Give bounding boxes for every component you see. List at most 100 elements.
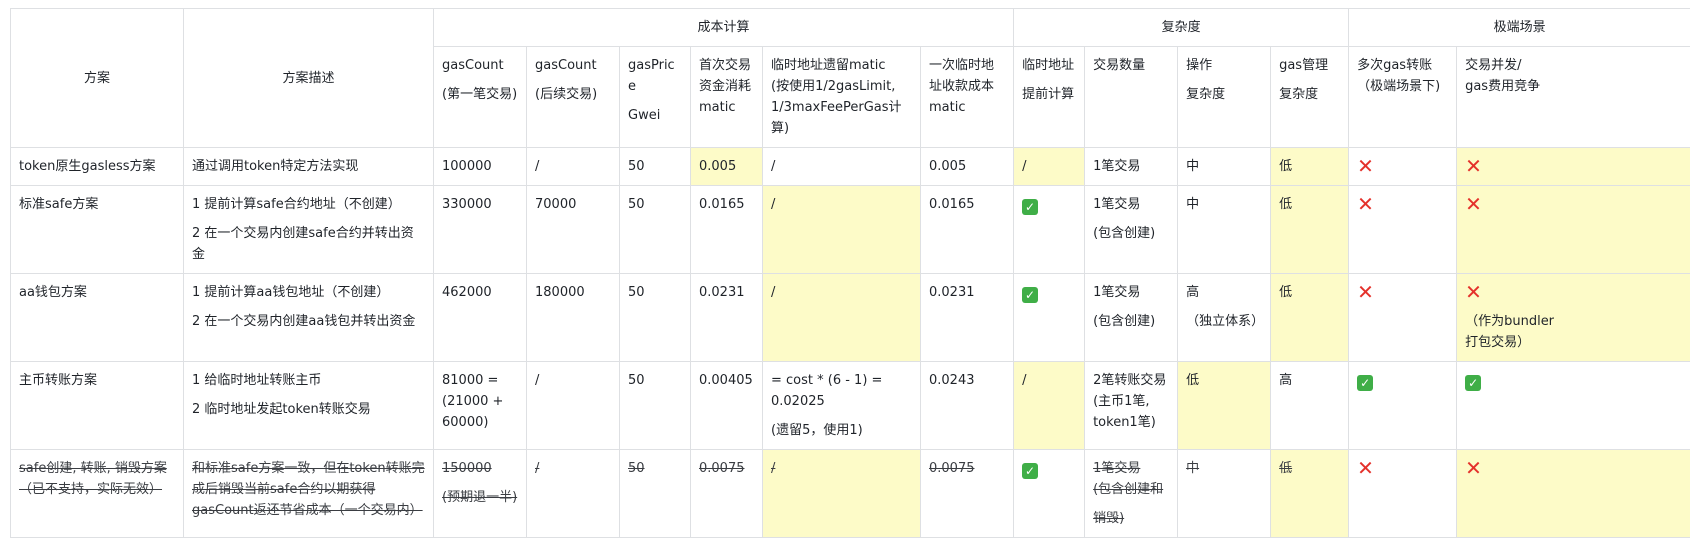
cell-gasmgmt: 低: [1270, 273, 1350, 362]
header-receive-cost-line: 址收款成本: [929, 79, 995, 94]
cell-gas2-line: /: [535, 159, 540, 174]
cell-desc: 通过调用token特定方法实现: [183, 147, 434, 186]
cell-desc-line: 2 在一个交易内创建aa钱包并转出资金: [192, 314, 416, 329]
cell-count: 1笔交易: [1084, 147, 1179, 186]
cross-mark-icon: ✕: [1357, 456, 1374, 480]
cell-count-line: (包含创建): [1093, 314, 1156, 329]
header-gas-mgmt-complexity-line: 复杂度: [1279, 87, 1319, 102]
cell-plan-line: 标准safe方案: [19, 197, 99, 212]
cell-count-line: 1笔交易: [1093, 461, 1141, 476]
cell-desc-line: 成后销毁当前safe合约以期获得: [192, 482, 376, 497]
cell-leftover: /: [762, 449, 921, 538]
cell-gas2: /: [526, 147, 620, 186]
check-mark-icon: ✓: [1022, 199, 1039, 215]
header-first-cost: 首次交易 资金消耗 matic: [690, 46, 763, 148]
cross-mark-icon: ✕: [1357, 280, 1374, 304]
cross-mark-icon: ✕: [1465, 456, 1482, 480]
cell-leftover-line: /: [771, 285, 776, 300]
cell-recv: 0.0165: [919, 185, 1015, 274]
cell-desc-line: 2 临时地址发起token转账交易: [192, 402, 371, 417]
header-precalc-address-line: 临时地址: [1022, 58, 1075, 73]
header-gascount-first: gasCount (第一笔交易): [433, 46, 527, 148]
header-leftover-matic: 临时地址遗留matic (按使用1/2gasLimit, 1/3maxFeePerG…: [762, 46, 921, 148]
cell-count-line: (主币1笔,: [1093, 394, 1150, 409]
cell-plan-line: aa钱包方案: [19, 285, 87, 300]
cell-price-line: 50: [628, 373, 645, 388]
header-op-complexity-line: 复杂度: [1186, 87, 1226, 102]
header-gasprice-line: gasPrice: [628, 58, 675, 94]
cost-comparison-table: 方案 方案描述 成本计算 复杂度 极端场景 gasCount (第一笔交易) gas…: [10, 8, 1690, 538]
cell-plan-line: token原生gasless方案: [19, 159, 156, 174]
table-row: token原生gasless方案 通过调用token特定方法实现 100000 / 50…: [10, 147, 1690, 186]
cell-desc: 和标准safe方案一致，但在token转账完 成后销毁当前safe合约以期获得 ga…: [183, 449, 434, 538]
cross-mark-icon: ✕: [1465, 280, 1482, 304]
cell-desc-line: 和标准safe方案一致，但在token转账完: [192, 461, 425, 476]
header-receive-cost-line: 一次临时地: [929, 58, 995, 73]
header-multi-gas-transfer: 多次gas转账 （极端场景下): [1348, 46, 1458, 148]
cell-plan: safe创建, 转账, 销毁方案 （已不支持，实际无效）: [10, 449, 184, 538]
cell-first: 0.0231: [690, 273, 763, 362]
cell-count: 2笔转账交易 (主币1笔, token1笔): [1084, 361, 1179, 450]
cell-count-line: 2笔转账交易: [1093, 373, 1167, 388]
header-concurrency-line: gas费用竞争: [1465, 79, 1541, 94]
cell-gas1: 100000: [433, 147, 527, 186]
header-gascount-next: gasCount (后续交易): [526, 46, 620, 148]
cell-recv-line: 0.0243: [929, 373, 975, 388]
cell-count: 1笔交易 (包含创建和 销毁): [1084, 449, 1179, 538]
cell-op-line: 低: [1186, 373, 1200, 388]
table-row: 主币转账方案 1 给临时地址转账主币 2 临时地址发起token转账交易 81000 …: [10, 361, 1690, 450]
cell-precalc: ✓: [1013, 449, 1086, 538]
table-row: 标准safe方案 1 提前计算safe合约地址（不创建） 2 在一个交易内创建saf…: [10, 185, 1690, 274]
cell-desc: 1 提前计算safe合约地址（不创建） 2 在一个交易内创建safe合约并转出资金: [183, 185, 434, 274]
cell-desc-line: 2 在一个交易内创建safe合约并转出资金: [192, 226, 414, 262]
header-leftover-matic-line: (按使用1/2gasLimit,: [771, 79, 896, 94]
cell-count: 1笔交易 (包含创建): [1084, 185, 1179, 274]
cell-gasmgmt-line: 低: [1279, 285, 1293, 300]
header-op-complexity-line: 操作: [1186, 58, 1213, 73]
cell-precalc: /: [1013, 361, 1086, 450]
cell-multi: ✕: [1348, 147, 1458, 186]
cell-concur: ✕ （作为bundler 打包交易）: [1456, 273, 1690, 362]
cell-count: 1笔交易 (包含创建): [1084, 273, 1179, 362]
check-mark-icon: ✓: [1022, 463, 1039, 479]
header-gascount-next-line: (后续交易): [535, 87, 598, 102]
header-plan: 方案: [10, 8, 184, 148]
cell-plan-line: 主币转账方案: [19, 373, 98, 388]
cell-price: 50: [619, 449, 691, 538]
cell-count-line: token1笔): [1093, 415, 1156, 430]
cross-mark-icon: ✕: [1357, 154, 1374, 178]
cell-multi: ✕: [1348, 273, 1458, 362]
header-multi-gas-transfer-line: （极端场景下): [1357, 79, 1441, 94]
header-cost-group: 成本计算: [432, 8, 1015, 47]
cell-desc-line: 1 给临时地址转账主币: [192, 373, 322, 388]
cell-leftover-line: /: [771, 197, 776, 212]
cell-gas2-line: /: [535, 461, 540, 476]
cell-gasmgmt: 低: [1270, 449, 1350, 538]
cell-gasmgmt-line: 低: [1279, 461, 1293, 476]
cell-gas1: 462000: [433, 273, 527, 362]
cell-op-line: 中: [1186, 159, 1200, 174]
cell-gas1-line: 150000: [442, 461, 492, 476]
cell-count-line: 1笔交易: [1093, 197, 1141, 212]
cell-desc: 1 提前计算aa钱包地址（不创建） 2 在一个交易内创建aa钱包并转出资金: [183, 273, 434, 362]
header-desc: 方案描述: [183, 8, 434, 148]
cell-op-line: 中: [1186, 197, 1200, 212]
cell-leftover: /: [762, 147, 921, 186]
header-precalc-address-line: 提前计算: [1022, 87, 1075, 102]
cell-price: 50: [619, 147, 691, 186]
cell-op: 中: [1177, 185, 1272, 274]
cell-op-line: （独立体系）: [1186, 314, 1265, 329]
cell-recv: 0.005: [919, 147, 1015, 186]
cross-mark-icon: ✕: [1465, 154, 1482, 178]
cell-concur: ✕: [1456, 185, 1690, 274]
cell-price: 50: [619, 273, 691, 362]
cell-gas1: 330000: [433, 185, 527, 274]
cell-count-line: 销毁): [1093, 511, 1125, 526]
cell-gasmgmt-line: 高: [1279, 373, 1293, 388]
cell-gas1: 81000 = (21000 + 60000): [433, 361, 527, 450]
cell-gasmgmt: 低: [1270, 185, 1350, 274]
cell-gas2: /: [526, 361, 620, 450]
cell-count-line: (包含创建): [1093, 226, 1156, 241]
header-multi-gas-transfer-line: 多次gas转账: [1357, 58, 1433, 73]
cell-recv-line: 0.0165: [929, 197, 975, 212]
